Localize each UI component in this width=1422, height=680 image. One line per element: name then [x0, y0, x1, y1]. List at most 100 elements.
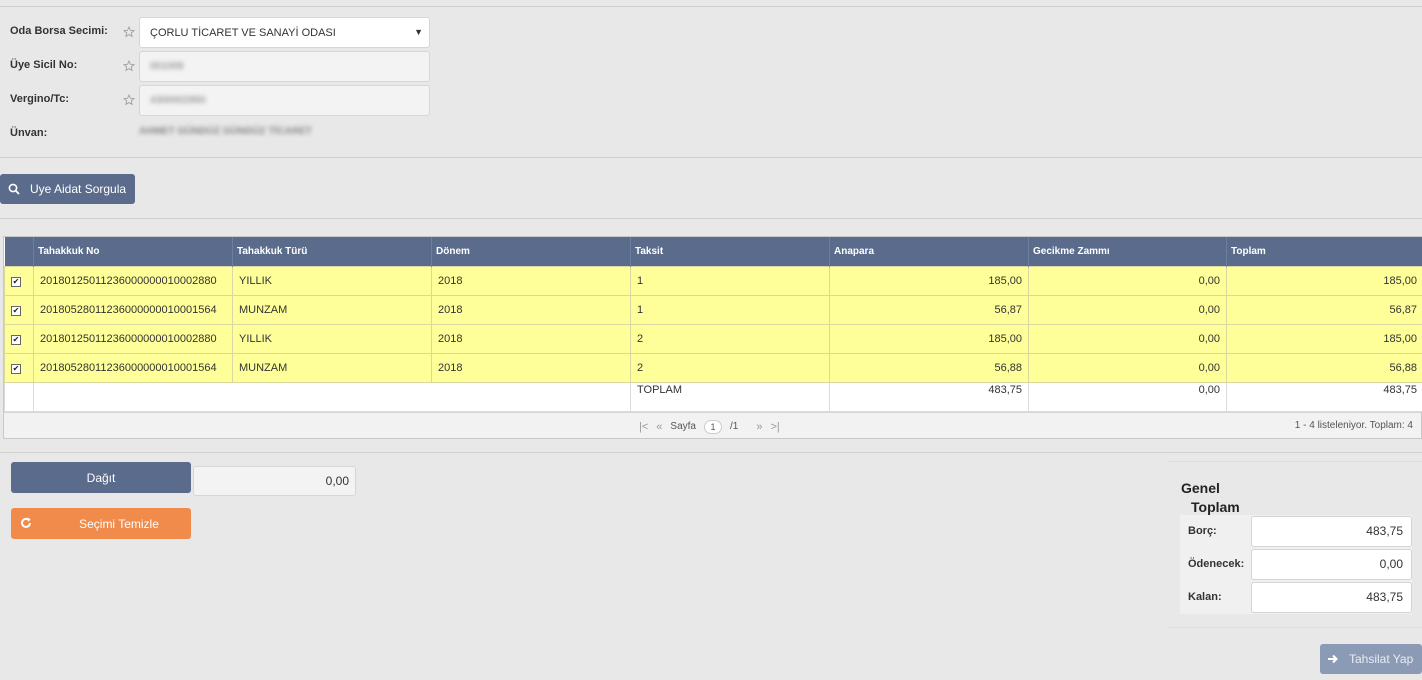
anapara-cell: 56,88	[829, 352, 1029, 383]
dagit-button[interactable]: Dağıt	[11, 462, 191, 493]
col-anapara[interactable]: Anapara	[829, 237, 1029, 266]
panel-title: Genel Toplam	[1181, 479, 1240, 517]
tahakkuk-turu-cell: MUNZAM	[232, 352, 432, 383]
dagit-amount-input[interactable]: 0,00	[193, 466, 356, 496]
table-row[interactable]: ✔ 20180125011236000000010002880 YILLIK 2…	[4, 265, 1422, 296]
grid-header-row: Tahakkuk No Tahakkuk Türü Dönem Taksit A…	[4, 237, 1422, 266]
table-row[interactable]: ✔ 20180125011236000000010002880 YILLIK 2…	[4, 323, 1422, 354]
dropdown-arrow-icon: ▼	[414, 27, 423, 37]
pager-info: 1 - 4 listeleniyor. Toplam: 4	[1294, 419, 1413, 431]
gecikme-cell: 0,00	[1028, 294, 1227, 325]
favorite-star-icon[interactable]	[123, 60, 135, 72]
first-page-icon[interactable]: |<	[639, 421, 648, 433]
kalan-label: Kalan:	[1188, 591, 1222, 603]
search-icon	[8, 183, 20, 195]
unvan-label: Ünvan:	[10, 127, 48, 139]
taksit-cell: 2	[630, 323, 830, 354]
secimi-temizle-button[interactable]: Seçimi Temizle	[11, 508, 191, 539]
tahsilat-label: Tahsilat Yap	[1349, 652, 1414, 666]
gecikme-cell: 0,00	[1028, 323, 1227, 354]
donem-cell: 2018	[431, 352, 631, 383]
table-row[interactable]: ✔ 20180528011236000000010001564 MUNZAM 2…	[4, 352, 1422, 383]
row-checkbox[interactable]: ✔	[11, 276, 21, 287]
toplam-cell: 185,00	[1226, 265, 1422, 296]
odenecek-label: Ödenecek:	[1188, 558, 1245, 570]
col-donem[interactable]: Dönem	[431, 237, 631, 266]
anapara-cell: 56,87	[829, 294, 1029, 325]
kalan-row: Kalan: 483,75	[1180, 581, 1412, 614]
col-tahakkuk-turu[interactable]: Tahakkuk Türü	[232, 237, 432, 266]
page-count: /1	[729, 421, 739, 432]
row-checkbox[interactable]: ✔	[11, 334, 21, 345]
donem-cell: 2018	[431, 323, 631, 354]
col-select	[4, 237, 34, 266]
gecikme-cell: 0,00	[1028, 265, 1227, 296]
grid-pager: |< « Sayfa 1 /1 » >| 1 - 4 listeleniyor.…	[4, 411, 1421, 438]
total-anapara: 483,75	[829, 381, 1029, 412]
genel-toplam-panel: Genel Toplam Borç: 483,75 Ödenecek: 0,00…	[1168, 461, 1422, 628]
unvan-value: AHMET GÜNDÜZ GÜNDÜZ TİCARET	[139, 126, 312, 137]
odenecek-value[interactable]: 0,00	[1251, 549, 1412, 580]
borc-row: Borç: 483,75	[1180, 515, 1412, 548]
sicil-label: Üye Sicil No:	[10, 59, 78, 71]
favorite-star-icon[interactable]	[123, 26, 135, 38]
prev-page-icon[interactable]: «	[656, 421, 662, 433]
last-page-icon[interactable]: >|	[770, 421, 779, 433]
favorite-star-icon[interactable]	[123, 94, 135, 106]
tahakkuk-turu-cell: MUNZAM	[232, 294, 432, 325]
table-row[interactable]: ✔ 20180528011236000000010001564 MUNZAM 2…	[4, 294, 1422, 325]
arrow-right-icon	[1328, 654, 1338, 664]
next-page-icon[interactable]: »	[756, 421, 762, 433]
aidat-grid: Tahakkuk No Tahakkuk Türü Dönem Taksit A…	[3, 236, 1422, 439]
oda-select-value: ÇORLU TİCARET VE SANAYİ ODASI	[150, 26, 336, 39]
vergi-value: 4300002950	[150, 95, 206, 106]
borc-label: Borç:	[1188, 525, 1217, 537]
col-taksit[interactable]: Taksit	[630, 237, 830, 266]
refresh-icon	[21, 517, 31, 528]
taksit-cell: 1	[630, 294, 830, 325]
oda-select[interactable]: ÇORLU TİCARET VE SANAYİ ODASI ▼	[139, 17, 430, 48]
tahakkuk-turu-cell: YILLIK	[232, 323, 432, 354]
total-label: TOPLAM	[630, 381, 830, 412]
toplam-cell: 56,88	[1226, 352, 1422, 383]
tahakkuk-turu-cell: YILLIK	[232, 265, 432, 296]
total-gecikme: 0,00	[1028, 381, 1227, 412]
row-checkbox[interactable]: ✔	[11, 363, 21, 374]
anapara-cell: 185,00	[829, 323, 1029, 354]
col-gecikme-zammi[interactable]: Gecikme Zammı	[1028, 237, 1227, 266]
col-toplam[interactable]: Toplam	[1226, 237, 1422, 266]
tahakkuk-no-cell: 20180528011236000000010001564	[33, 352, 233, 383]
uye-aidat-sorgula-button[interactable]: Uye Aidat Sorgula	[0, 174, 135, 204]
sicil-input[interactable]: 001009	[139, 51, 430, 82]
dagit-label: Dağıt	[86, 470, 116, 485]
col-tahakkuk-no[interactable]: Tahakkuk No	[33, 237, 233, 266]
kalan-value: 483,75	[1251, 582, 1412, 613]
query-button-label: Uye Aidat Sorgula	[30, 182, 127, 196]
grid-divider	[0, 452, 1422, 453]
donem-cell: 2018	[431, 265, 631, 296]
panel-title-line1: Genel	[1181, 480, 1220, 496]
odenecek-row: Ödenecek: 0,00	[1180, 548, 1412, 581]
page-number-input[interactable]: 1	[703, 419, 722, 434]
anapara-cell: 185,00	[829, 265, 1029, 296]
row-checkbox[interactable]: ✔	[11, 305, 21, 316]
sicil-value: 001009	[150, 61, 184, 72]
vergi-input[interactable]: 4300002950	[139, 85, 430, 116]
vergi-label: Vergino/Tc:	[10, 93, 70, 105]
tahsilat-yap-button[interactable]: Tahsilat Yap	[1320, 644, 1422, 674]
form-divider	[0, 157, 1422, 158]
oda-label: Oda Borsa Secimi:	[10, 25, 108, 37]
donem-cell: 2018	[431, 294, 631, 325]
top-divider	[0, 6, 1422, 7]
temizle-label: Seçimi Temizle	[79, 516, 159, 531]
gecikme-cell: 0,00	[1028, 352, 1227, 383]
toplam-cell: 56,87	[1226, 294, 1422, 325]
query-divider	[0, 218, 1422, 219]
tahakkuk-no-cell: 20180125011236000000010002880	[33, 323, 233, 354]
tahakkuk-no-cell: 20180528011236000000010001564	[33, 294, 233, 325]
sayfa-label: Sayfa	[670, 421, 696, 432]
taksit-cell: 2	[630, 352, 830, 383]
taksit-cell: 1	[630, 265, 830, 296]
tahakkuk-no-cell: 20180125011236000000010002880	[33, 265, 233, 296]
total-row: TOPLAM 483,75 0,00 483,75	[4, 381, 1422, 412]
